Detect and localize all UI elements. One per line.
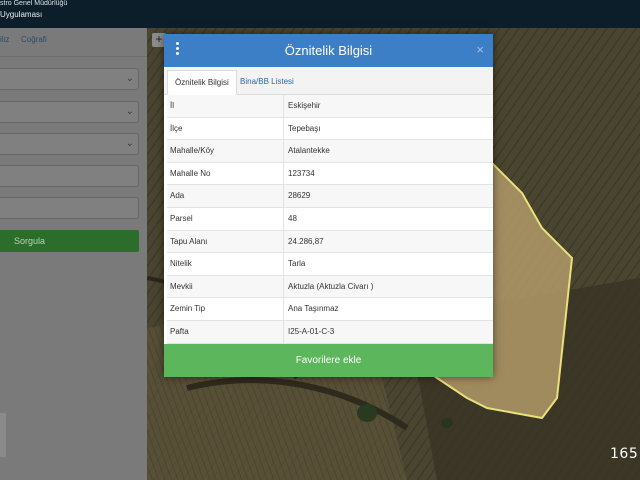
attr-value: I25-A-01-C-3 (288, 326, 335, 336)
attr-key: Nitelik (170, 259, 192, 269)
attr-key: Mevkii (170, 281, 193, 291)
table-row: Pafta I25-A-01-C-3 (167, 320, 493, 344)
attr-key: Mahalle No (170, 168, 211, 178)
attr-value: Tepebaşı (288, 123, 321, 133)
table-row: Mahalle/Köy Atalantekke (167, 140, 493, 163)
attr-value: 24.286,87 (288, 236, 324, 246)
attr-value: Tarla (288, 259, 306, 269)
agency-name: stro Genel Müdürlüğü (0, 0, 68, 7)
chevron-down-icon: ⌄ (125, 138, 134, 149)
close-icon[interactable]: × (476, 43, 484, 57)
tab-building-list[interactable]: Bina/BB Listesi (233, 70, 301, 95)
table-row: İlçe Tepebaşı (167, 117, 493, 141)
table-row: Mevkii Aktuzla (Aktuzla Civarı ) (167, 275, 493, 299)
chevron-down-icon: ⌄ (125, 73, 134, 84)
attr-value: 28629 (288, 191, 311, 201)
table-row: Nitelik Tarla (167, 253, 493, 276)
attribute-info-modal: Öznitelik Bilgisi × Öznitelik Bilgisi Bi… (164, 34, 493, 377)
attr-value: Eskişehir (288, 101, 321, 110)
chevron-down-icon: ⌄ (125, 106, 134, 117)
modal-header: Öznitelik Bilgisi × (164, 34, 493, 67)
attr-key: Ada (170, 191, 185, 201)
modal-title: Öznitelik Bilgisi (284, 43, 373, 58)
district-select[interactable]: ⌄ (0, 101, 139, 123)
add-favorite-button[interactable]: Favorilere ekle (164, 344, 493, 377)
panel-handle[interactable] (0, 413, 6, 457)
table-row: Ada 28629 (167, 185, 493, 208)
table-row: Parsel 48 (167, 207, 493, 231)
table-row: Zemin Tip Ana Taşınmaz (167, 298, 493, 321)
attr-key: Zemin Tip (170, 304, 206, 314)
attr-key: Mahalle/Köy (170, 146, 215, 156)
tab-cografi[interactable]: Coğrafi (21, 35, 47, 44)
query-button[interactable]: Sorgula (0, 230, 139, 252)
neighborhood-select[interactable]: ⌄ (0, 133, 139, 155)
attr-key: Tapu Alanı (170, 236, 208, 246)
divider (0, 56, 147, 57)
attr-key: Pafta (170, 326, 189, 336)
attr-value: 123734 (288, 168, 315, 178)
table-row: Tapu Alanı 24.286,87 (167, 230, 493, 254)
attr-value: Atalantekke (288, 146, 330, 156)
app-name: Uygulaması (0, 10, 43, 19)
attr-value: 48 (288, 213, 297, 223)
attribute-table: İl Eskişehir İlçe Tepebaşı Mahalle/Köy Atal… (167, 95, 493, 344)
attr-key: İl (170, 101, 174, 110)
block-input[interactable] (0, 165, 139, 187)
tab-attribute-info[interactable]: Öznitelik Bilgisi (167, 70, 237, 95)
attr-value: Ana Taşınmaz (288, 304, 339, 314)
table-row: Mahalle No 123734 (167, 162, 493, 186)
modal-tabs: Öznitelik Bilgisi Bina/BB Listesi (164, 67, 493, 95)
attr-key: İlçe (170, 123, 183, 133)
attr-value: Aktuzla (Aktuzla Civarı ) (288, 281, 374, 291)
parcel-input[interactable] (0, 197, 139, 219)
query-panel: iliz Coğrafi ⌄ ⌄ ⌄ Sorgula (0, 28, 147, 480)
app-header: stro Genel Müdürlüğü Uygulaması (0, 0, 640, 28)
attr-key: Parsel (170, 213, 193, 223)
province-select[interactable]: ⌄ (0, 68, 139, 90)
menu-icon[interactable] (175, 42, 181, 58)
table-row: İl Eskişehir (167, 95, 493, 118)
map-scale-readout: 165 (610, 446, 639, 462)
tab-sozel[interactable]: iliz (0, 35, 9, 44)
